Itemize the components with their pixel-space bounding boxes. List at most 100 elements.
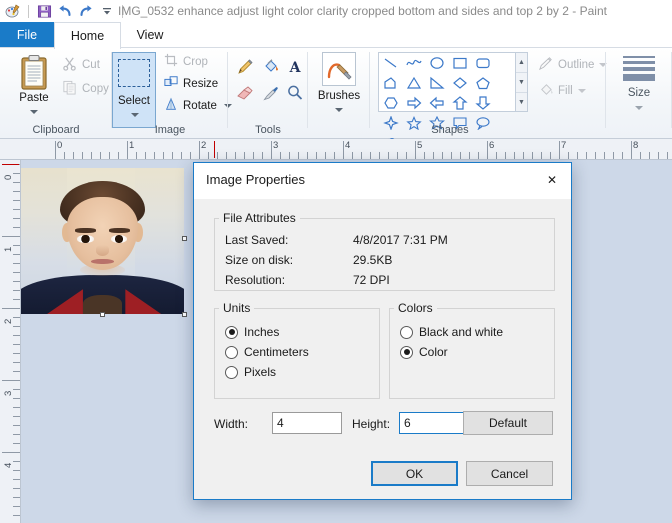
tab-file[interactable]: File: [0, 22, 54, 48]
select-tool-button[interactable]: Select: [112, 52, 156, 128]
shape-rounded-rectangle-icon[interactable]: [471, 53, 494, 73]
horizontal-ruler-tick: [568, 152, 569, 159]
shapes-scrollbar[interactable]: ▲ ▼ ▼: [516, 52, 528, 112]
shape-oval-icon[interactable]: [425, 53, 448, 73]
cancel-button[interactable]: Cancel: [466, 461, 553, 486]
shape-left-arrow-icon[interactable]: [425, 93, 448, 113]
ribbon-group-tools: A Tools: [228, 48, 308, 138]
cut-button[interactable]: Cut: [62, 56, 100, 74]
horizontal-ruler-tick: [406, 152, 407, 159]
vertical-ruler-tick: [13, 317, 20, 318]
shape-triangle-icon[interactable]: [402, 73, 425, 93]
resize-handle-right[interactable]: [182, 236, 187, 241]
radio-units-centimeters[interactable]: Centimeters: [225, 345, 309, 359]
resize-handle-bottom-right[interactable]: [182, 312, 187, 317]
shape-line-icon[interactable]: [379, 53, 402, 73]
size-dropdown-caret[interactable]: [635, 106, 643, 110]
customize-qat-icon[interactable]: [98, 2, 116, 20]
shape-curve-icon[interactable]: [402, 53, 425, 73]
shape-right-arrow-icon[interactable]: [402, 93, 425, 113]
vertical-ruler-tick: [13, 425, 20, 426]
pencil-tool-button[interactable]: [234, 56, 256, 78]
horizontal-ruler-tick: [172, 152, 173, 159]
select-dropdown-caret[interactable]: [131, 113, 139, 117]
brushes-dropdown-caret[interactable]: [335, 108, 343, 112]
horizontal-ruler-tick: [181, 152, 182, 159]
vertical-ruler-tick: [13, 443, 20, 444]
rotate-button[interactable]: Rotate: [164, 97, 232, 114]
shape-hexagon-icon[interactable]: [379, 93, 402, 113]
crop-button[interactable]: Crop: [164, 53, 208, 70]
ribbon-group-shapes: ▲ ▼ ▼ Outline Fill Shapes: [370, 48, 608, 148]
fill-with-color-tool-button[interactable]: [260, 56, 282, 78]
vertical-ruler-tick: [13, 290, 20, 291]
horizontal-ruler-tick: [55, 141, 56, 159]
default-button[interactable]: Default: [463, 411, 553, 435]
horizontal-ruler-tick: [190, 152, 191, 159]
horizontal-ruler-label: 2: [201, 140, 207, 151]
vertical-ruler-tick: [13, 461, 20, 462]
resize-button[interactable]: Resize: [164, 75, 218, 92]
paint-app-icon[interactable]: [4, 2, 22, 20]
width-input[interactable]: [272, 412, 342, 434]
close-icon[interactable]: ✕: [537, 167, 567, 193]
paste-button[interactable]: Paste: [8, 52, 60, 118]
shape-diamond-icon[interactable]: [448, 73, 471, 93]
fill-dropdown-caret[interactable]: [577, 89, 586, 93]
fill-button[interactable]: Fill: [538, 82, 586, 100]
radio-units-pixels[interactable]: Pixels: [225, 365, 276, 379]
size-on-disk-value: 29.5KB: [353, 253, 393, 267]
vertical-ruler[interactable]: 0 1 2 3 4: [0, 160, 21, 523]
units-legend: Units: [223, 301, 251, 315]
radio-colors-black-and-white[interactable]: Black and white: [400, 325, 503, 339]
brushes-button[interactable]: [322, 52, 356, 86]
vertical-ruler-label: 1: [3, 246, 14, 252]
tab-view[interactable]: View: [119, 22, 181, 48]
svg-text:A: A: [289, 60, 302, 76]
eraser-tool-button[interactable]: [234, 82, 256, 104]
shape-down-arrow-icon[interactable]: [471, 93, 494, 113]
image-canvas[interactable]: [21, 168, 187, 317]
save-icon[interactable]: [35, 2, 53, 20]
height-input[interactable]: [399, 412, 469, 434]
radio-units-inches[interactable]: Inches: [225, 325, 279, 339]
horizontal-ruler-tick: [640, 152, 641, 159]
scissors-icon: [62, 56, 77, 74]
resize-handle-bottom[interactable]: [100, 312, 105, 317]
horizontal-ruler[interactable]: 0 1 2 3 4 5 6 7 8: [0, 139, 672, 160]
text-tool-button[interactable]: A: [284, 56, 306, 78]
tab-home[interactable]: Home: [54, 22, 121, 50]
magnifier-tool-button[interactable]: [284, 82, 306, 104]
shapes-expand-button[interactable]: ▼: [516, 93, 527, 112]
shape-rectangle-icon[interactable]: [448, 53, 471, 73]
horizontal-ruler-label: 8: [633, 140, 639, 151]
radio-colors-color-label: Color: [419, 345, 448, 359]
redo-icon[interactable]: [77, 2, 95, 20]
undo-icon[interactable]: [56, 2, 74, 20]
outline-button[interactable]: Outline: [538, 56, 608, 74]
horizontal-ruler-tick: [235, 152, 236, 159]
outline-label: Outline: [558, 59, 595, 71]
shapes-gallery[interactable]: [378, 52, 516, 148]
color-picker-tool-button[interactable]: [260, 82, 282, 104]
copy-button[interactable]: Copy: [62, 80, 109, 98]
paste-dropdown-caret[interactable]: [30, 110, 38, 114]
radio-units-inches-label: Inches: [244, 325, 280, 339]
horizontal-ruler-tick: [622, 152, 623, 159]
horizontal-ruler-tick: [271, 141, 272, 159]
ok-button[interactable]: OK: [371, 461, 458, 486]
vertical-ruler-label: 0: [3, 174, 14, 180]
shape-right-triangle-icon[interactable]: [425, 73, 448, 93]
vertical-ruler-tick: [13, 416, 20, 417]
size-button[interactable]: Size: [620, 56, 658, 113]
image-properties-dialog: Image Properties ✕ File Attributes Last …: [193, 162, 572, 500]
shapes-scroll-up-button[interactable]: ▲: [516, 53, 527, 73]
radio-colors-color[interactable]: Color: [400, 345, 448, 359]
shapes-scroll-down-button[interactable]: ▼: [516, 73, 527, 93]
shape-polygon-icon[interactable]: [379, 73, 402, 93]
shape-pentagon-icon[interactable]: [471, 73, 494, 93]
shape-up-arrow-icon[interactable]: [448, 93, 471, 113]
dialog-title-bar[interactable]: Image Properties ✕: [194, 163, 571, 199]
horizontal-ruler-tick: [451, 152, 452, 159]
last-saved-label: Last Saved:: [225, 233, 289, 247]
